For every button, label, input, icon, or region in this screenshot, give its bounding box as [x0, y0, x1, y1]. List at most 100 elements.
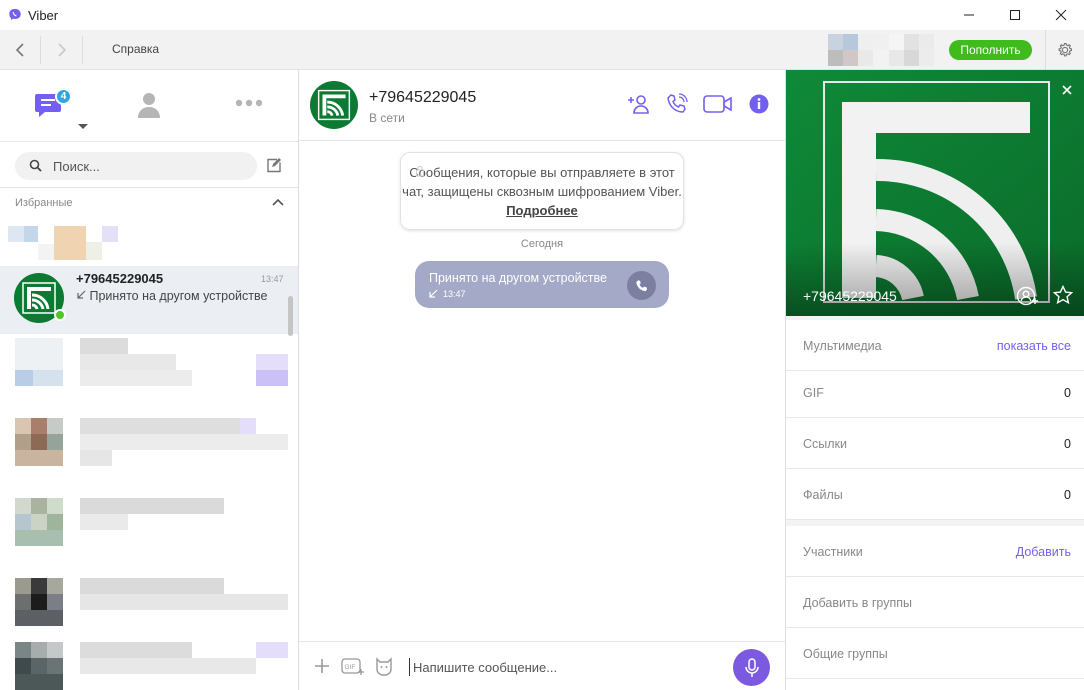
search-icon — [29, 159, 42, 172]
call-message-bubble[interactable]: Принято на другом устройстве 13:47 — [415, 261, 669, 308]
star-icon[interactable] — [1053, 285, 1073, 305]
phone-icon — [635, 279, 647, 291]
links-count: 0 — [1064, 437, 1071, 451]
common-groups-label: Общие группы — [803, 647, 888, 661]
help-menu[interactable]: Справка — [112, 42, 159, 56]
date-separator: Сегодня — [520, 238, 564, 250]
window-title: Viber — [28, 7, 59, 23]
minimize-icon — [964, 14, 974, 16]
chevron-right-icon — [58, 43, 67, 57]
chat-list-item-active[interactable]: +79645229045 13:47 Принято на другом уст… — [0, 266, 298, 334]
gif-row[interactable]: GIF 0 — [786, 367, 1084, 418]
back-button[interactable] — [10, 40, 30, 60]
topup-button[interactable]: Пополнить — [949, 40, 1032, 60]
divider — [40, 36, 41, 64]
contact-logo-icon — [786, 70, 1084, 316]
files-row[interactable]: Файлы 0 — [786, 469, 1084, 520]
conversation-header: +79645229045 В сети — [299, 70, 785, 141]
minimize-button[interactable] — [946, 0, 992, 30]
common-groups-row[interactable]: Общие группы — [786, 628, 1084, 679]
chat-preview: Принято на другом устройстве — [76, 289, 267, 303]
gif-count: 0 — [1064, 386, 1071, 400]
search-row — [0, 142, 298, 188]
contact-name: +79645229045 — [369, 89, 477, 106]
maximize-button[interactable] — [992, 0, 1038, 30]
scrollbar-thumb[interactable] — [288, 296, 293, 336]
microphone-icon — [744, 657, 759, 677]
contact-status: В сети — [369, 111, 405, 125]
learn-more-link[interactable]: Подробнее — [506, 203, 578, 218]
plus-icon[interactable] — [314, 658, 330, 674]
favorites-header: Избранные — [0, 188, 298, 214]
left-tabs: 4 — [0, 70, 298, 142]
encryption-notice-text: Сообщения, которые вы отправляете в этот… — [402, 165, 682, 199]
show-all-link[interactable]: показать все — [997, 339, 1071, 353]
favorites-label: Избранные — [15, 197, 73, 209]
chevron-up-icon[interactable] — [272, 198, 284, 206]
search-box[interactable] — [15, 152, 257, 180]
close-window-button[interactable] — [1038, 0, 1084, 30]
voice-call-button[interactable] — [665, 92, 689, 116]
video-call-button[interactable] — [703, 92, 733, 116]
profile-photo: +79645229045 — [786, 70, 1084, 316]
gif-icon[interactable]: GIF — [341, 658, 365, 676]
forward-button[interactable] — [52, 40, 72, 60]
gear-icon — [1058, 42, 1073, 57]
chat-preview-text: Принято на другом устройстве — [89, 289, 268, 303]
unread-badge: 4 — [55, 88, 72, 105]
toolbar: Справка Пополнить — [0, 30, 1084, 70]
video-camera-icon — [703, 95, 732, 113]
links-row[interactable]: Ссылки 0 — [786, 418, 1084, 469]
settings-button[interactable] — [1045, 30, 1084, 70]
chat-list-panel: 4 Избранные — [0, 70, 299, 690]
encryption-notice: Сообщения, которые вы отправляете в этот… — [400, 152, 684, 230]
add-participant-link[interactable]: Добавить — [1016, 545, 1071, 559]
online-indicator — [54, 309, 66, 321]
svg-text:GIF: GIF — [345, 664, 356, 671]
info-button[interactable] — [747, 92, 771, 116]
gif-label: GIF — [803, 386, 824, 400]
divider — [82, 36, 83, 64]
maximize-icon — [1010, 10, 1020, 20]
links-label: Ссылки — [803, 437, 848, 451]
call-message-time: 13:47 — [443, 289, 466, 299]
participants-row: Участники Добавить — [786, 526, 1084, 577]
contacts-tab-icon[interactable] — [137, 90, 161, 120]
lock-icon — [416, 166, 424, 177]
message-composer: GIF — [299, 641, 785, 690]
more-tab-icon[interactable] — [235, 98, 263, 108]
message-input[interactable] — [413, 656, 713, 678]
chevron-left-icon — [15, 43, 24, 57]
add-participant-button[interactable] — [627, 92, 651, 116]
title-bar: Viber — [0, 0, 1084, 30]
avatar[interactable] — [310, 81, 358, 129]
close-icon — [1055, 9, 1067, 21]
compose-icon[interactable] — [266, 158, 281, 173]
add-contact-icon[interactable] — [1016, 286, 1040, 306]
search-input[interactable] — [53, 156, 248, 176]
window-controls — [946, 0, 1084, 30]
callback-button[interactable] — [627, 271, 656, 300]
conversation-panel: +79645229045 В сети Сообщения, которые в… — [299, 70, 785, 690]
media-row[interactable]: Мультимедиа показать все — [786, 320, 1084, 371]
chat-name: +79645229045 — [76, 271, 164, 286]
favorites-pixelated — [0, 214, 298, 266]
add-person-icon — [628, 95, 649, 114]
add-to-groups-label: Добавить в группы — [803, 596, 912, 610]
chat-list-pixelated — [0, 336, 298, 690]
files-count: 0 — [1064, 488, 1071, 502]
add-to-groups-row[interactable]: Добавить в группы — [786, 577, 1084, 628]
phone-icon — [667, 93, 688, 113]
close-icon[interactable] — [1061, 84, 1073, 96]
text-caret — [409, 658, 410, 676]
chat-time: 13:47 — [261, 274, 284, 284]
sticker-icon[interactable] — [374, 656, 394, 676]
voice-message-button[interactable] — [733, 649, 770, 686]
files-label: Файлы — [803, 488, 843, 502]
profile-name: +79645229045 — [803, 288, 897, 304]
contact-logo-icon — [310, 81, 358, 129]
call-message-text: Принято на другом устройстве — [429, 271, 607, 285]
media-label: Мультимедиа — [803, 339, 882, 353]
caret-down-icon[interactable] — [77, 123, 89, 130]
info-icon — [749, 94, 769, 114]
